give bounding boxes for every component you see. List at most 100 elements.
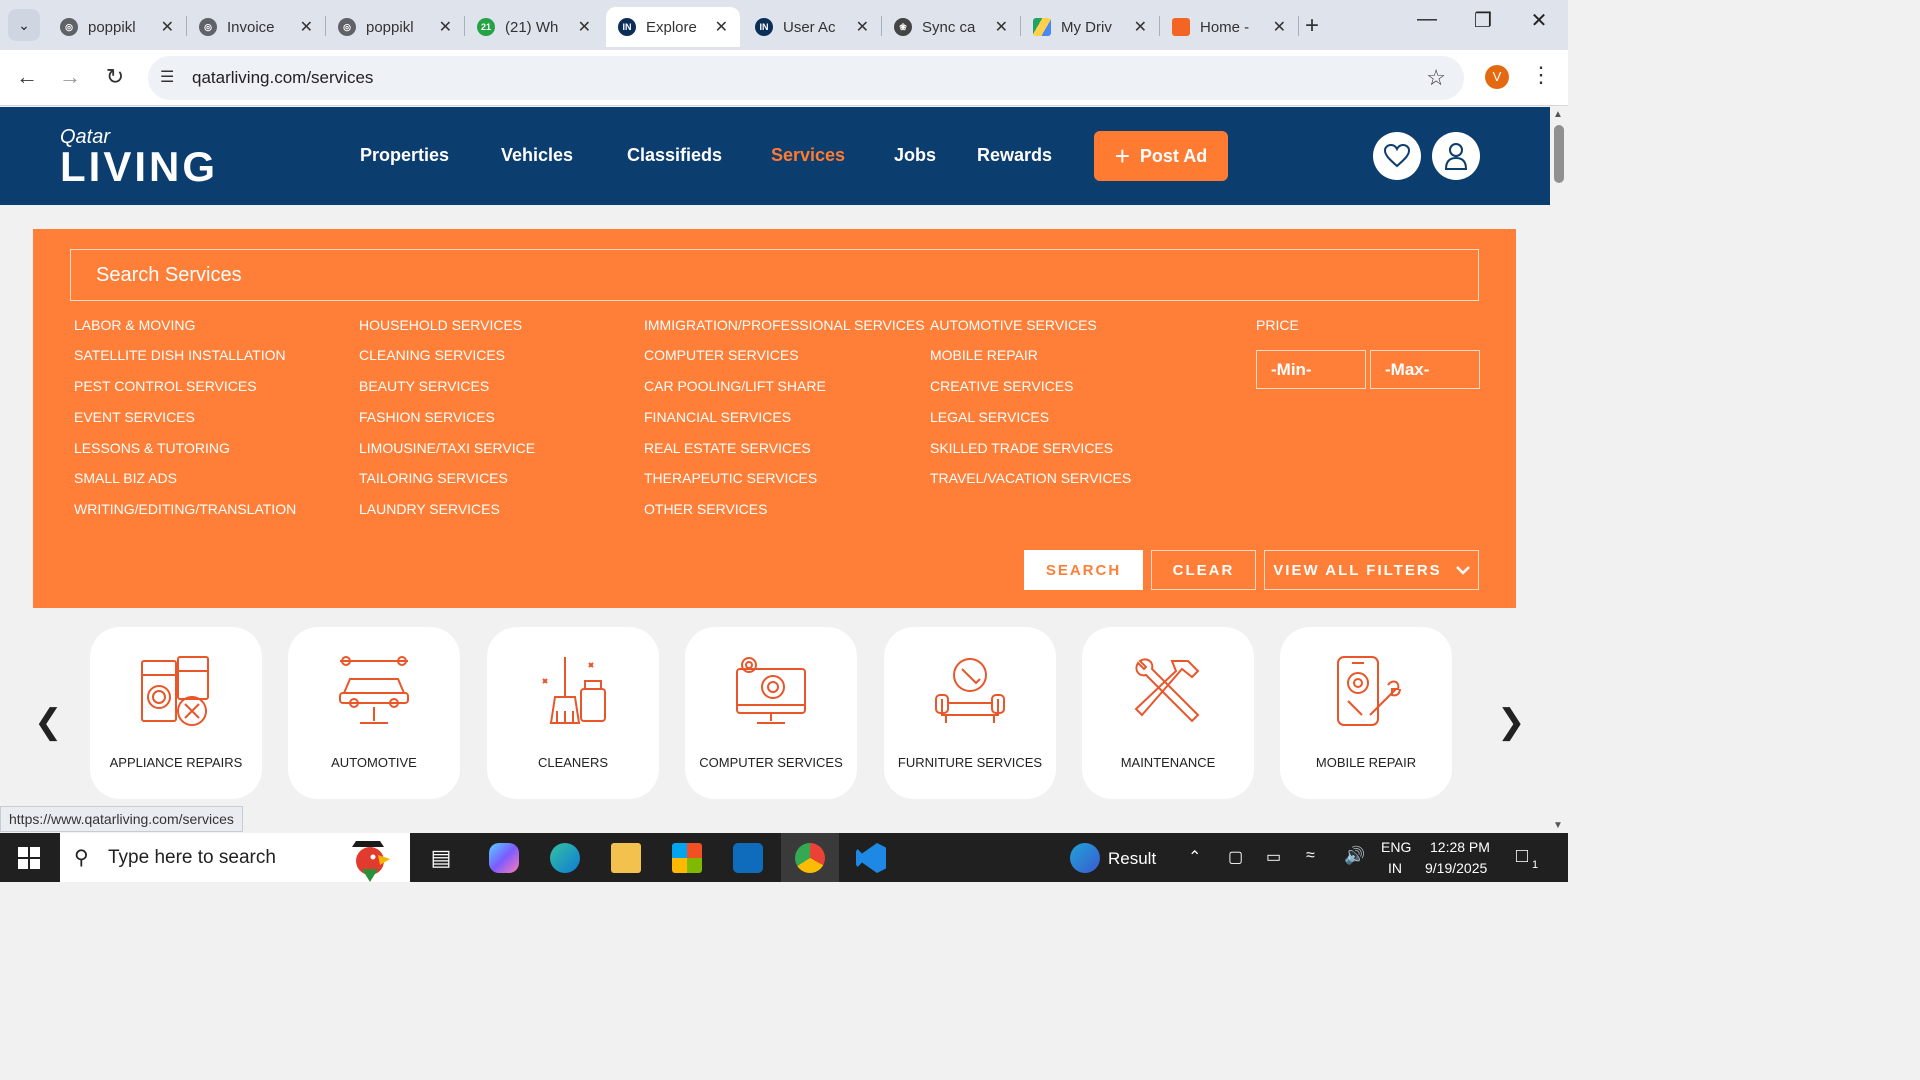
address-bar[interactable]: ☰ qatarliving.com/services ☆	[148, 56, 1464, 100]
nav-services[interactable]: Services	[771, 145, 845, 166]
category-link[interactable]: SKILLED TRADE SERVICES	[930, 440, 1113, 456]
weather-widget-label[interactable]: Result	[1108, 849, 1156, 869]
category-link[interactable]: TRAVEL/VACATION SERVICES	[930, 470, 1131, 486]
battery-icon[interactable]: ▭	[1266, 847, 1281, 867]
close-tab-icon[interactable]: ✕	[1134, 17, 1147, 37]
category-link[interactable]: COMPUTER SERVICES	[644, 347, 799, 363]
price-max-input[interactable]: -Max-	[1370, 350, 1480, 389]
search-services-input[interactable]	[70, 249, 1479, 301]
site-info-icon[interactable]: ☰	[160, 67, 174, 87]
close-tab-icon[interactable]: ✕	[578, 17, 591, 37]
cricket-result-icon[interactable]	[1070, 843, 1100, 873]
close-tab-icon[interactable]: ✕	[715, 17, 728, 37]
category-card-maintenance[interactable]: MAINTENANCE	[1082, 627, 1254, 799]
category-card-cleaners[interactable]: CLEANERS	[487, 627, 659, 799]
post-ad-button[interactable]: + Post Ad	[1094, 131, 1228, 181]
close-window-icon[interactable]: ✕	[1524, 8, 1554, 33]
account-button[interactable]	[1432, 132, 1480, 180]
category-card-appliance-repairs[interactable]: APPLIANCE REPAIRS	[90, 627, 262, 799]
category-link[interactable]: LEGAL SERVICES	[930, 409, 1049, 425]
profile-avatar[interactable]: V	[1485, 65, 1509, 89]
category-link[interactable]: CAR POOLING/LIFT SHARE	[644, 378, 826, 394]
wifi-icon[interactable]: ≈	[1306, 847, 1315, 865]
category-link[interactable]: REAL ESTATE SERVICES	[644, 440, 811, 456]
minimize-icon[interactable]: —	[1412, 8, 1442, 31]
bookmark-star-icon[interactable]: ☆	[1426, 65, 1446, 91]
browser-tab[interactable]: Home - ✕	[1160, 7, 1298, 47]
view-all-filters-button[interactable]: VIEW ALL FILTERS	[1264, 550, 1479, 590]
category-link[interactable]: LIMOUSINE/TAXI SERVICE	[359, 440, 535, 456]
windows-start-icon[interactable]	[18, 847, 40, 869]
forward-arrow-icon[interactable]: →	[56, 64, 84, 90]
category-link[interactable]: BEAUTY SERVICES	[359, 378, 489, 394]
close-tab-icon[interactable]: ✕	[995, 17, 1008, 37]
nav-rewards[interactable]: Rewards	[977, 145, 1052, 166]
category-card-furniture-services[interactable]: FURNITURE SERVICES	[884, 627, 1056, 799]
meet-icon[interactable]: ▢	[1228, 847, 1243, 867]
category-link[interactable]: LABOR & MOVING	[74, 317, 195, 333]
browser-tab[interactable]: ◎ Invoice ✕	[187, 7, 325, 47]
microsoft-store-icon[interactable]	[672, 843, 702, 873]
copilot-icon[interactable]	[489, 843, 519, 873]
nav-properties[interactable]: Properties	[360, 145, 449, 166]
back-arrow-icon[interactable]: ←	[13, 64, 41, 90]
category-link[interactable]: MOBILE REPAIR	[930, 347, 1038, 363]
volume-icon[interactable]: 🔊	[1344, 846, 1365, 866]
more-menu-icon[interactable]: ⋮	[1530, 62, 1552, 88]
category-link[interactable]: LESSONS & TUTORING	[74, 440, 230, 456]
vscode-icon[interactable]	[856, 843, 886, 873]
close-tab-icon[interactable]: ✕	[1273, 17, 1286, 37]
category-link[interactable]: OTHER SERVICES	[644, 501, 767, 517]
clock-date[interactable]: 9/19/2025	[1425, 860, 1487, 876]
category-link[interactable]: FASHION SERVICES	[359, 409, 495, 425]
restore-icon[interactable]: ❐	[1468, 8, 1498, 33]
close-tab-icon[interactable]: ✕	[439, 17, 452, 37]
file-explorer-icon[interactable]	[611, 843, 641, 873]
nav-classifieds[interactable]: Classifieds	[627, 145, 722, 166]
reload-icon[interactable]: ↻	[101, 64, 129, 90]
category-link[interactable]: FINANCIAL SERVICES	[644, 409, 791, 425]
page-scrollbar[interactable]: ▲ ▼	[1550, 107, 1568, 833]
category-link[interactable]: PEST CONTROL SERVICES	[74, 378, 257, 394]
outlook-icon[interactable]	[733, 843, 763, 873]
category-link[interactable]: CREATIVE SERVICES	[930, 378, 1073, 394]
address-url[interactable]: qatarliving.com/services	[192, 68, 373, 88]
carousel-next-icon[interactable]: ❯	[1497, 702, 1526, 742]
qatar-living-logo[interactable]: Qatar LIVING	[60, 127, 218, 188]
scroll-up-icon[interactable]: ▲	[1553, 109, 1563, 120]
category-card-computer-services[interactable]: COMPUTER SERVICES	[685, 627, 857, 799]
clock-time[interactable]: 12:28 PM	[1430, 839, 1490, 855]
category-link[interactable]: HOUSEHOLD SERVICES	[359, 317, 522, 333]
close-tab-icon[interactable]: ✕	[856, 17, 869, 37]
notification-icon[interactable]: □	[1516, 845, 1528, 868]
category-link[interactable]: TAILORING SERVICES	[359, 470, 508, 486]
category-link[interactable]: WRITING/EDITING/TRANSLATION	[74, 501, 296, 517]
language-region[interactable]: IN	[1388, 860, 1402, 876]
category-card-automotive[interactable]: AUTOMOTIVE	[288, 627, 460, 799]
edge-icon[interactable]	[550, 843, 580, 873]
browser-tab[interactable]: IN User Ac ✕	[743, 7, 881, 47]
new-tab-button[interactable]: +	[1305, 12, 1319, 40]
category-link[interactable]: THERAPEUTIC SERVICES	[644, 470, 817, 486]
browser-tab[interactable]: ◎ poppikl ✕	[48, 7, 186, 47]
price-min-input[interactable]: -Min-	[1256, 350, 1366, 389]
browser-tab[interactable]: 21 (21) Wh ✕	[465, 7, 603, 47]
browser-tab[interactable]: ❀ Sync ca ✕	[882, 7, 1020, 47]
close-tab-icon[interactable]: ✕	[161, 17, 174, 37]
language-indicator[interactable]: ENG	[1381, 839, 1411, 855]
category-link[interactable]: IMMIGRATION/PROFESSIONAL SERVICES	[644, 317, 925, 333]
category-link[interactable]: EVENT SERVICES	[74, 409, 195, 425]
nav-jobs[interactable]: Jobs	[894, 145, 936, 166]
browser-tab[interactable]: My Driv ✕	[1021, 7, 1159, 47]
category-link[interactable]: AUTOMOTIVE SERVICES	[930, 317, 1097, 333]
clear-button[interactable]: CLEAR	[1151, 550, 1256, 590]
chrome-icon[interactable]	[795, 843, 825, 873]
close-tab-icon[interactable]: ✕	[300, 17, 313, 37]
task-view-icon[interactable]: ▤	[426, 843, 456, 873]
browser-tab[interactable]: ◎ poppikl ✕	[326, 7, 464, 47]
category-link[interactable]: CLEANING SERVICES	[359, 347, 505, 363]
category-link[interactable]: SMALL BIZ ADS	[74, 470, 177, 486]
browser-tab-active[interactable]: IN Explore ✕	[606, 7, 740, 47]
favorites-button[interactable]	[1373, 132, 1421, 180]
category-card-mobile-repair[interactable]: MOBILE REPAIR	[1280, 627, 1452, 799]
